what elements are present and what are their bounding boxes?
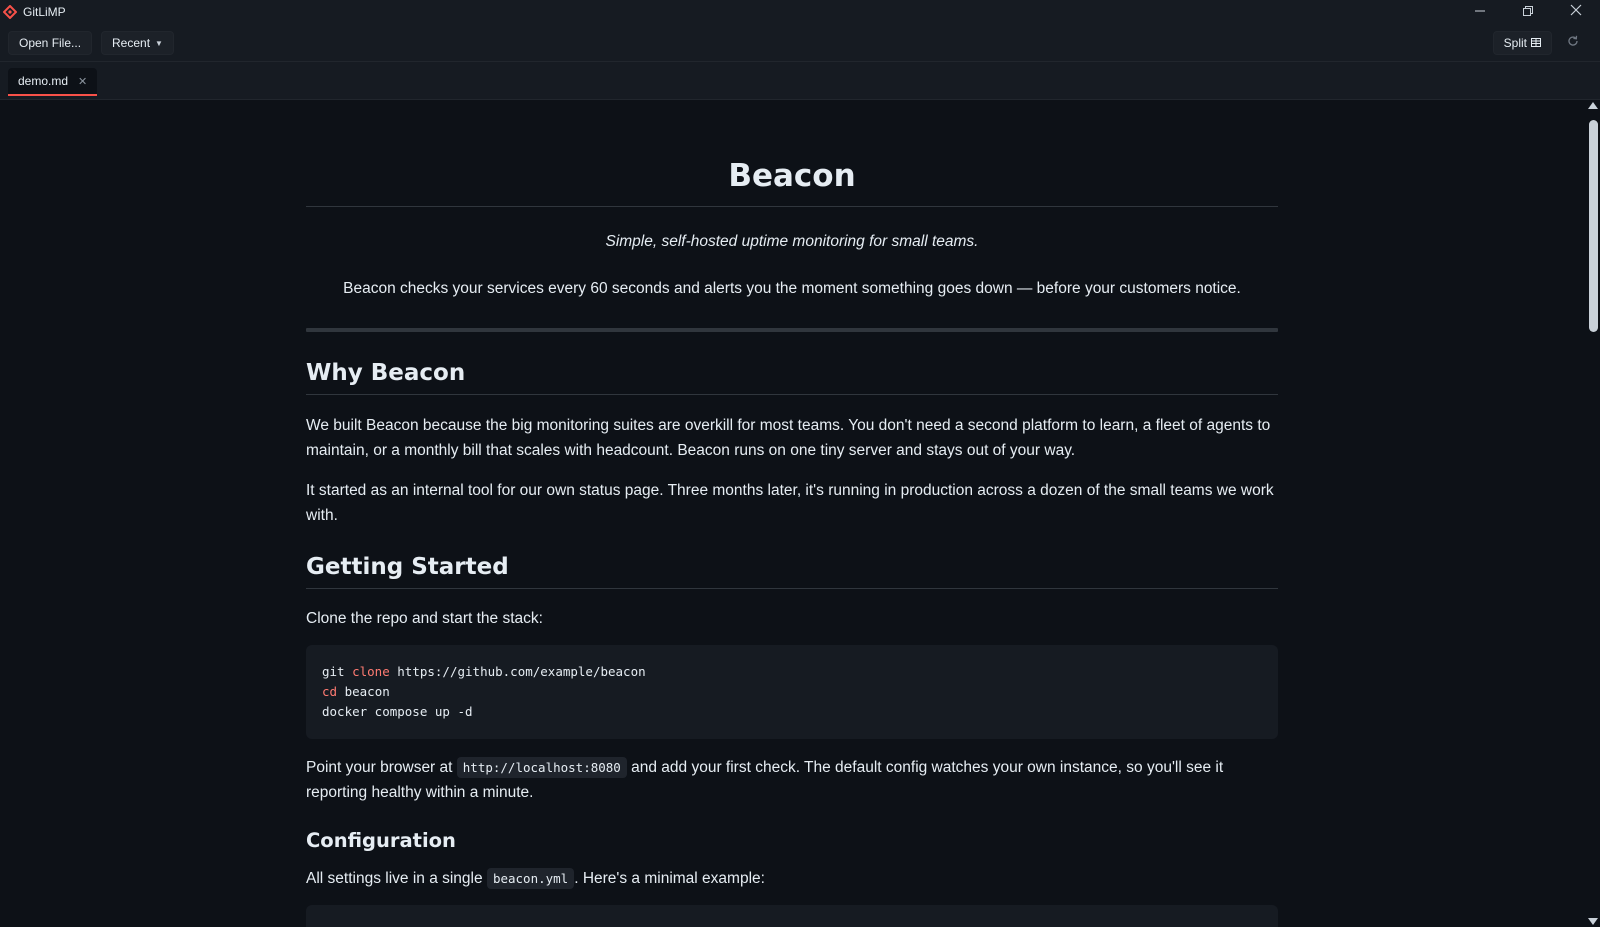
split-view-button[interactable]: Split — [1492, 31, 1552, 55]
tab-label: demo.md — [18, 74, 69, 88]
browser-paragraph: Point your browser at http://localhost:8… — [306, 757, 1224, 801]
diamond-logo-icon — [3, 5, 17, 19]
split-view-icon — [1531, 36, 1541, 50]
open-file-label: Open File... — [19, 36, 82, 50]
horizontal-rule — [306, 328, 1278, 332]
open-file-button[interactable]: Open File... — [8, 31, 93, 55]
document-title: Beacon — [306, 158, 1278, 207]
app-title: GitLiMP — [23, 5, 66, 19]
recent-label: Recent — [112, 36, 151, 50]
tab-bar: demo.md ✕ — [0, 62, 1600, 100]
tab-close-icon[interactable]: ✕ — [78, 75, 87, 88]
heading-why-beacon: Why Beacon — [306, 360, 1278, 395]
title-bar: GitLiMP — [0, 0, 1600, 24]
scroll-up-arrow-icon[interactable] — [1588, 102, 1598, 109]
inline-code-url: http://localhost:8080 — [456, 757, 627, 778]
split-label: Split — [1503, 36, 1527, 50]
why-paragraph-2: It started as an internal tool for our o… — [306, 482, 1274, 524]
markdown-preview[interactable]: Beacon Simple, self-hosted uptime monito… — [0, 100, 1586, 927]
code-block — [306, 905, 1278, 927]
tab-demo-md[interactable]: demo.md ✕ — [8, 68, 98, 96]
code-line: git clone https://github.com/example/bea… — [322, 664, 646, 679]
heading-configuration: Configuration — [306, 829, 456, 852]
restore-button[interactable] — [1504, 0, 1552, 24]
close-window-button[interactable] — [1552, 0, 1600, 24]
heading-getting-started: Getting Started — [306, 554, 1278, 589]
refresh-button[interactable] — [1562, 32, 1584, 54]
minimize-button[interactable] — [1456, 0, 1504, 24]
minimize-icon — [1475, 3, 1485, 21]
inline-code-filename: beacon.yml — [486, 868, 575, 889]
document: Beacon Simple, self-hosted uptime monito… — [306, 100, 1278, 927]
restore-icon — [1523, 3, 1533, 21]
config-paragraph: All settings live in a single beacon.yml… — [306, 868, 765, 889]
intro-paragraph: Beacon checks your services every 60 sec… — [343, 280, 1241, 297]
code-line: cd beacon — [322, 684, 390, 699]
vertical-scrollbar[interactable] — [1586, 100, 1600, 927]
window-controls — [1456, 0, 1600, 24]
close-icon — [1570, 3, 1582, 21]
tagline: Simple, self-hosted uptime monitoring fo… — [605, 233, 979, 250]
recent-dropdown-button[interactable]: Recent ▼ — [101, 31, 174, 55]
code-line: docker compose up -d — [322, 704, 473, 719]
refresh-icon — [1567, 34, 1579, 52]
caret-down-icon: ▼ — [155, 38, 163, 48]
toolbar: Open File... Recent ▼ Split — [0, 24, 1600, 62]
getting-started-intro: Clone the repo and start the stack: — [306, 610, 543, 627]
scroll-down-arrow-icon[interactable] — [1588, 918, 1598, 925]
scroll-thumb[interactable] — [1589, 120, 1598, 332]
why-paragraph-1: We built Beacon because the big monitori… — [306, 417, 1271, 459]
code-block: git clone https://github.com/example/bea… — [306, 645, 1278, 739]
